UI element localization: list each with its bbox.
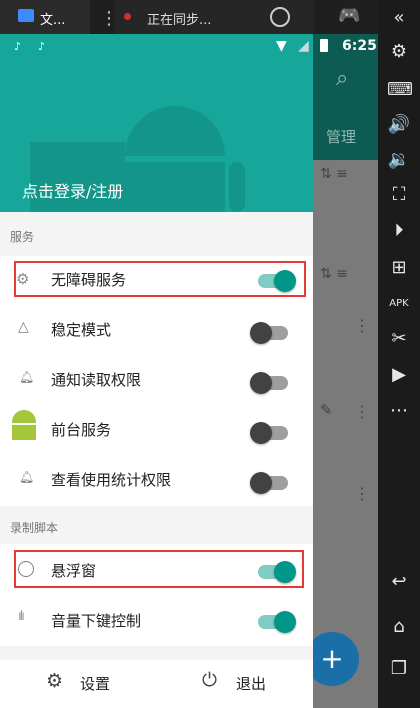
android-screen: ⌕ 管理 ⇅ ≡ ⇅ ≡ ⋮ ⋮ ✎ ⋮ + ♪ ♪ 点击登录/注册 服务 ⚙ …	[0, 34, 378, 708]
settings-icon: ⚙	[46, 670, 64, 692]
section-title: 服务	[10, 230, 35, 244]
signal-icon: ◢	[298, 38, 309, 54]
tiktok-icon: ♪	[14, 40, 22, 53]
section-header: 服务	[0, 212, 313, 256]
item-label: 前台服务	[51, 421, 112, 439]
add-fab[interactable]: +	[305, 632, 359, 686]
folder-icon	[18, 9, 34, 22]
tiktok-icon: ♪	[38, 40, 46, 53]
home-icon[interactable]: ⌂	[387, 615, 411, 639]
android-mascot-icon	[105, 106, 245, 212]
sync-tab[interactable]: 正在同步...	[114, 0, 314, 34]
exit-button[interactable]: ⏻ 退出	[196, 668, 306, 698]
search-icon[interactable]: ⌕	[336, 66, 348, 91]
stop-icon[interactable]	[270, 7, 290, 27]
record-icon[interactable]: ⏵	[387, 219, 411, 243]
edit-icon[interactable]: ✎	[320, 401, 333, 419]
item-label: 通知读取权限	[51, 371, 142, 389]
add-window-icon[interactable]: ⊞	[387, 256, 411, 280]
status-time: 6:25	[342, 38, 377, 54]
android-icon	[12, 410, 36, 440]
list-item[interactable]: 前台服务	[0, 406, 313, 456]
settings-icon[interactable]: ⚙	[387, 40, 411, 64]
volume-up-icon[interactable]: 🔊	[387, 113, 411, 137]
bell-icon: 🔔︎	[19, 470, 35, 484]
overflow-menu-icon[interactable]: ⋮	[354, 402, 370, 421]
battery-icon	[320, 39, 328, 52]
drawer-header: ♪ ♪ 点击登录/注册	[0, 34, 313, 212]
list-item[interactable]: 🔔︎ 通知读取权限	[0, 356, 313, 406]
volume-key-toggle[interactable]	[258, 611, 296, 633]
foreground-service-toggle[interactable]	[250, 422, 288, 444]
sort-icon: ⇅ ≡	[320, 166, 348, 182]
emulator-tab[interactable]: 文...	[0, 0, 90, 34]
screenshot-icon[interactable]: ⛶	[387, 183, 411, 207]
bell-icon: 🔔︎	[19, 370, 35, 384]
background-tab-label[interactable]: 管理	[326, 126, 356, 147]
sync-title: 正在同步...	[147, 13, 212, 28]
stable-mode-toggle[interactable]	[250, 322, 288, 344]
overflow-menu-icon[interactable]: ⋮	[354, 316, 370, 335]
wifi-icon: ▼	[276, 38, 287, 54]
emulator-toolbar: « ⚙ ⌨ 🔊 🔉 ⛶ ⏵ ⊞ APK ✂ ▶ ⋯ ↩ ⌂ ❐	[378, 0, 420, 708]
login-register-link[interactable]: 点击登录/注册	[22, 178, 123, 202]
recording-dot-icon	[124, 13, 131, 20]
apk-icon[interactable]: APK	[387, 292, 411, 316]
triangle-icon: △	[18, 319, 29, 335]
keyboard-icon[interactable]: ⌨	[387, 78, 413, 102]
list-item[interactable]: 🔔︎ 查看使用统计权限	[0, 456, 313, 506]
scissors-icon[interactable]: ✂	[387, 327, 411, 351]
list-item[interactable]: ılı 音量下键控制	[0, 594, 313, 646]
highlight-box	[14, 550, 304, 588]
usage-stats-toggle[interactable]	[250, 472, 288, 494]
recents-icon[interactable]: ❐	[387, 657, 411, 681]
item-label: 查看使用统计权限	[51, 471, 172, 489]
volume-down-icon[interactable]: 🔉	[387, 148, 411, 172]
back-icon[interactable]: ↩	[387, 570, 411, 594]
settings-label: 设置	[80, 675, 111, 693]
power-icon: ⏻	[202, 669, 218, 691]
list-item[interactable]: △ 稳定模式	[0, 306, 313, 356]
emulator-top-bar: 文... ⋮ 正在同步... 🎮	[0, 0, 378, 34]
more-icon[interactable]: ⋯	[387, 399, 411, 423]
notification-permission-toggle[interactable]	[250, 372, 288, 394]
settings-button[interactable]: ⚙ 设置	[40, 668, 150, 698]
section-title: 录制脚本	[10, 521, 59, 535]
item-label: 稳定模式	[51, 321, 112, 339]
soundwave-icon: ılı	[18, 609, 25, 624]
exit-label: 退出	[236, 675, 267, 693]
gamepad-icon[interactable]: 🎮	[338, 5, 360, 26]
tab-title: 文...	[40, 13, 66, 28]
collapse-icon[interactable]: «	[387, 6, 411, 30]
sort-icon: ⇅ ≡	[320, 266, 348, 282]
overflow-menu-icon[interactable]: ⋮	[354, 484, 370, 503]
highlight-box	[14, 261, 306, 297]
drawer-footer: ⚙ 设置 ⏻ 退出	[0, 660, 313, 708]
navigation-drawer: ♪ ♪ 点击登录/注册 服务 ⚙ 无障碍服务 △ 稳定模式 🔔︎ 通知读取权限 …	[0, 34, 313, 708]
divider	[0, 646, 313, 660]
section-header: 录制脚本	[0, 506, 313, 544]
video-icon[interactable]: ▶	[387, 363, 411, 387]
item-label: 音量下键控制	[51, 612, 142, 630]
